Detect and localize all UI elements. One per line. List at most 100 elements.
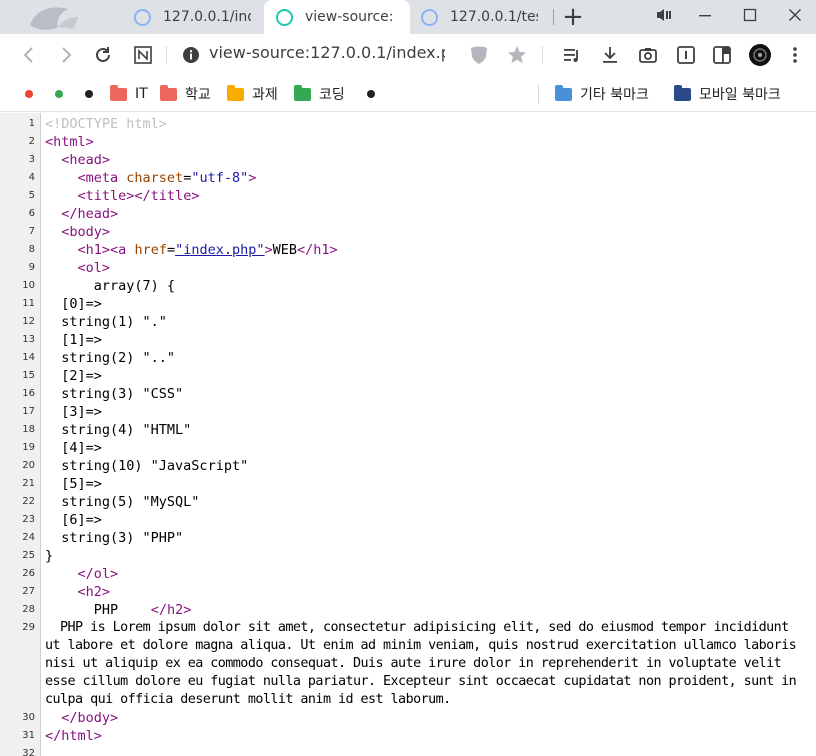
attribute-name: charset: [126, 170, 184, 186]
line-number: 31: [22, 730, 35, 741]
tab-index[interactable]: 127.0.0.1/index.php: [124, 0, 264, 34]
source-text: string(5) "MySQL": [61, 494, 200, 510]
head-open-tag: <head>: [61, 152, 111, 168]
source-line: 16 string(3) "CSS": [0, 385, 816, 403]
line-number: 27: [22, 586, 35, 597]
source-line: 4 <meta charset="utf-8">: [0, 169, 816, 187]
source-line: 9 <ol>: [0, 259, 816, 277]
href-link[interactable]: "index.php": [175, 242, 264, 258]
tab-title: view-source:127.0.0.1/index.php: [305, 9, 393, 25]
title-open-tag: <title>: [77, 188, 135, 204]
line-number: 24: [22, 532, 35, 543]
line-number: 14: [22, 352, 35, 363]
line-number: 26: [22, 568, 35, 579]
minimize-button[interactable]: [693, 4, 717, 26]
profile-avatar[interactable]: [747, 42, 773, 68]
bookmark-folder-mobile[interactable]: 모바일 북마크: [674, 76, 781, 112]
reload-button[interactable]: [90, 42, 116, 68]
forward-button[interactable]: [53, 42, 79, 68]
split-view-icon[interactable]: [709, 42, 735, 68]
source-line: 6 </head>: [0, 205, 816, 223]
line-number: 1: [28, 118, 35, 129]
line-number: 23: [22, 514, 35, 525]
bookmark-red-dot-icon[interactable]: [25, 90, 33, 98]
bookmark-black-dot-icon[interactable]: [85, 90, 93, 98]
bookmark-label: 모바일 북마크: [699, 87, 781, 103]
bookmark-folder-other[interactable]: 기타 북마크: [555, 76, 649, 112]
source-line: 12 string(1) ".": [0, 313, 816, 331]
line-number: 11: [22, 298, 35, 309]
bookmark-star-icon[interactable]: [504, 42, 530, 68]
camera-icon[interactable]: [635, 42, 661, 68]
reader-mode-icon[interactable]: [130, 42, 156, 68]
source-line: 22 string(5) "MySQL": [0, 493, 816, 511]
doctype: <!DOCTYPE html>: [45, 116, 167, 132]
bookmarks-separator: [538, 84, 539, 104]
shield-icon[interactable]: [466, 42, 492, 68]
source-line: 27 <h2>: [0, 583, 816, 601]
media-control-icon[interactable]: [652, 4, 676, 26]
bookmark-label: 코딩: [319, 87, 345, 103]
folder-icon: [674, 84, 691, 101]
tab-title: 127.0.0.1/test: [450, 9, 538, 25]
source-lines: 1 <!DOCTYPE html> 2 <html> 3 <head> 4 <met…: [0, 115, 816, 756]
folder-icon: [110, 84, 127, 101]
source-line: 18 string(4) "HTML": [0, 421, 816, 439]
line-number: 3: [28, 154, 35, 165]
bookmark-folder-school[interactable]: 학교: [160, 76, 211, 112]
source-line: 28 PHP </h2>: [0, 601, 816, 619]
line-number: 13: [22, 334, 35, 345]
line-number: 5: [28, 190, 35, 201]
bookmarks-bar: IT 학교 과제 코딩 기타 북마크 모바일 북마크: [0, 76, 816, 112]
bookmark-folder-assignment[interactable]: 과제: [227, 76, 278, 112]
tab-separator: [553, 9, 554, 25]
source-line: 8 <h1><a href="index.php">WEB</h1>: [0, 241, 816, 259]
line-number: 19: [22, 442, 35, 453]
site-info-icon[interactable]: [178, 42, 204, 68]
bookmark-black-dot-icon[interactable]: [367, 90, 375, 98]
line-number: 21: [22, 478, 35, 489]
line-number: 16: [22, 388, 35, 399]
bookmark-green-dot-icon[interactable]: [55, 90, 63, 98]
tab-test[interactable]: 127.0.0.1/test: [411, 0, 551, 34]
source-text: string(1) ".": [61, 314, 167, 330]
tab-strip: 127.0.0.1/index.php view-source:127.0.0.…: [0, 0, 816, 34]
tab-favicon-icon: [276, 8, 293, 26]
source-text: [4]=>: [61, 440, 102, 456]
source-text: [2]=>: [61, 368, 102, 384]
bookmark-folder-coding[interactable]: 코딩: [294, 76, 345, 112]
tab-view-source[interactable]: view-source:127.0.0.1/index.php: [264, 0, 410, 34]
sidebar-panel-icon[interactable]: [673, 42, 699, 68]
address-bar-input[interactable]: view-source:127.0.0.1/index.php: [209, 43, 445, 62]
tab-favicon-icon: [134, 8, 151, 26]
back-button[interactable]: [16, 42, 42, 68]
line-number: 10: [22, 280, 35, 291]
tag-end: >: [264, 242, 273, 258]
line-number: 4: [28, 172, 35, 183]
toolbar: view-source:127.0.0.1/index.php: [0, 34, 816, 76]
bookmark-folder-it[interactable]: IT: [110, 76, 148, 112]
folder-icon: [160, 84, 177, 101]
maximize-button[interactable]: [738, 4, 762, 26]
folder-icon: [227, 84, 244, 101]
source-text: string(10) "JavaScript": [61, 458, 249, 474]
close-window-button[interactable]: [783, 4, 807, 26]
playlist-icon[interactable]: [559, 42, 585, 68]
source-text: string(4) "HTML": [61, 422, 192, 438]
new-tab-button[interactable]: +: [562, 4, 584, 30]
source-line: 26 </ol>: [0, 565, 816, 583]
line-number: 6: [28, 208, 35, 219]
line-number: 20: [22, 460, 35, 471]
line-number: 32: [22, 748, 35, 756]
line-number: 15: [22, 370, 35, 381]
source-line: 2 <html>: [0, 133, 816, 151]
download-icon[interactable]: [597, 42, 623, 68]
folder-icon: [294, 84, 311, 101]
html-close-tag: </html>: [45, 728, 102, 744]
source-line: 15 [2]=>: [0, 367, 816, 385]
source-line: 14 string(2) "..": [0, 349, 816, 367]
menu-kebab-icon[interactable]: [782, 42, 808, 68]
source-line: 29 PHP is Lorem ipsum dolor sit amet, co…: [0, 619, 816, 709]
source-text: [3]=>: [61, 404, 102, 420]
source-text: PHP: [93, 602, 119, 618]
